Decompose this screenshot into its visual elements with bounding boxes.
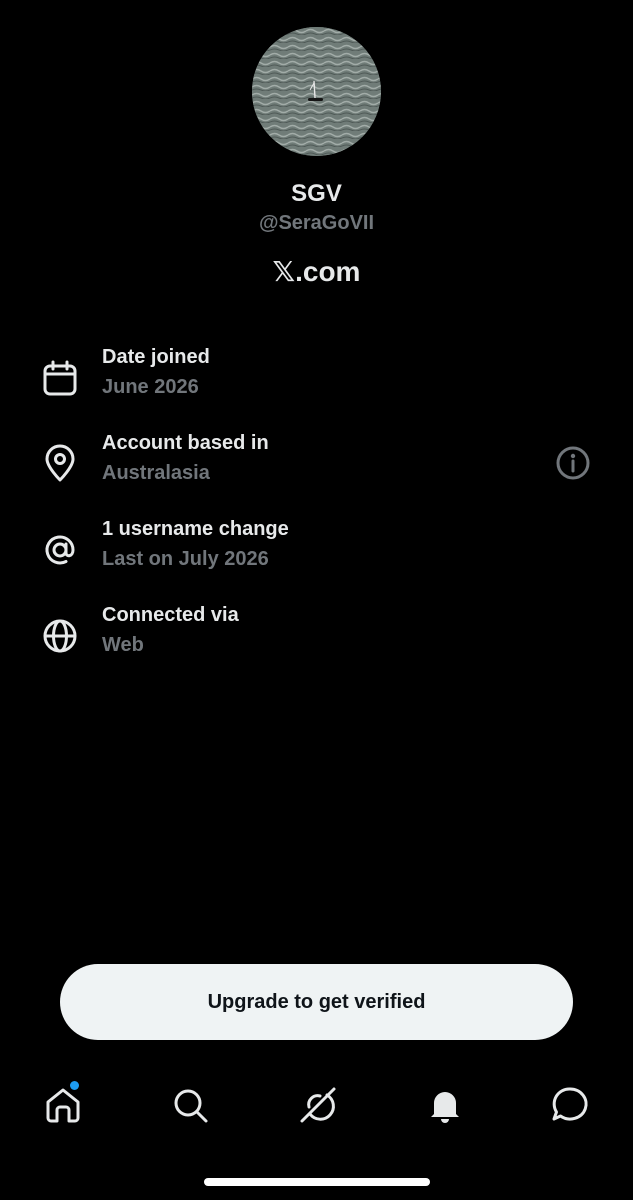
tab-home[interactable] xyxy=(41,1081,85,1127)
water-photo xyxy=(252,27,381,156)
home-indicator[interactable] xyxy=(204,1178,430,1186)
info-icon[interactable] xyxy=(555,445,591,481)
chat-bubble-icon xyxy=(552,1087,588,1121)
info-row-username-change: 1 username change Last on July 2026 xyxy=(0,518,633,588)
notification-dot xyxy=(70,1081,79,1090)
tab-messages[interactable] xyxy=(548,1083,592,1127)
home-icon xyxy=(46,1088,80,1123)
globe-icon xyxy=(40,616,80,656)
info-title: Date joined xyxy=(102,346,210,368)
tab-notifications[interactable] xyxy=(423,1083,467,1127)
info-row-connected-via: Connected via Web xyxy=(0,604,633,674)
info-title: 1 username change xyxy=(102,518,289,540)
search-icon xyxy=(174,1089,208,1123)
display-name: SGV xyxy=(291,180,342,207)
info-value: Last on July 2026 xyxy=(102,548,269,570)
info-value: June 2026 xyxy=(102,376,199,398)
x-logo-mark: 𝕏 xyxy=(272,255,296,288)
bottom-tab-bar xyxy=(0,1075,633,1135)
location-pin-icon xyxy=(40,444,80,484)
upgrade-button-label: Upgrade to get verified xyxy=(207,990,426,1013)
username-handle: @SeraGoVII xyxy=(258,212,375,234)
tab-search[interactable] xyxy=(168,1083,212,1127)
calendar-icon xyxy=(40,358,80,398)
info-row-account-based-in: Account based in Australasia xyxy=(0,432,633,502)
info-value: Web xyxy=(102,634,144,656)
site-suffix: .com xyxy=(295,256,361,287)
upgrade-verified-button[interactable]: Upgrade to get verified xyxy=(60,964,573,1040)
site-name: 𝕏.com xyxy=(0,255,633,288)
profile-avatar[interactable] xyxy=(252,27,381,156)
info-title: Account based in xyxy=(102,432,269,454)
at-sign-icon xyxy=(40,530,80,570)
tab-grok[interactable] xyxy=(296,1083,340,1127)
grok-icon xyxy=(300,1087,336,1123)
info-value: Australasia xyxy=(102,462,210,484)
info-title: Connected via xyxy=(102,604,239,626)
bell-icon xyxy=(431,1092,459,1123)
info-row-date-joined: Date joined June 2026 xyxy=(0,346,633,416)
